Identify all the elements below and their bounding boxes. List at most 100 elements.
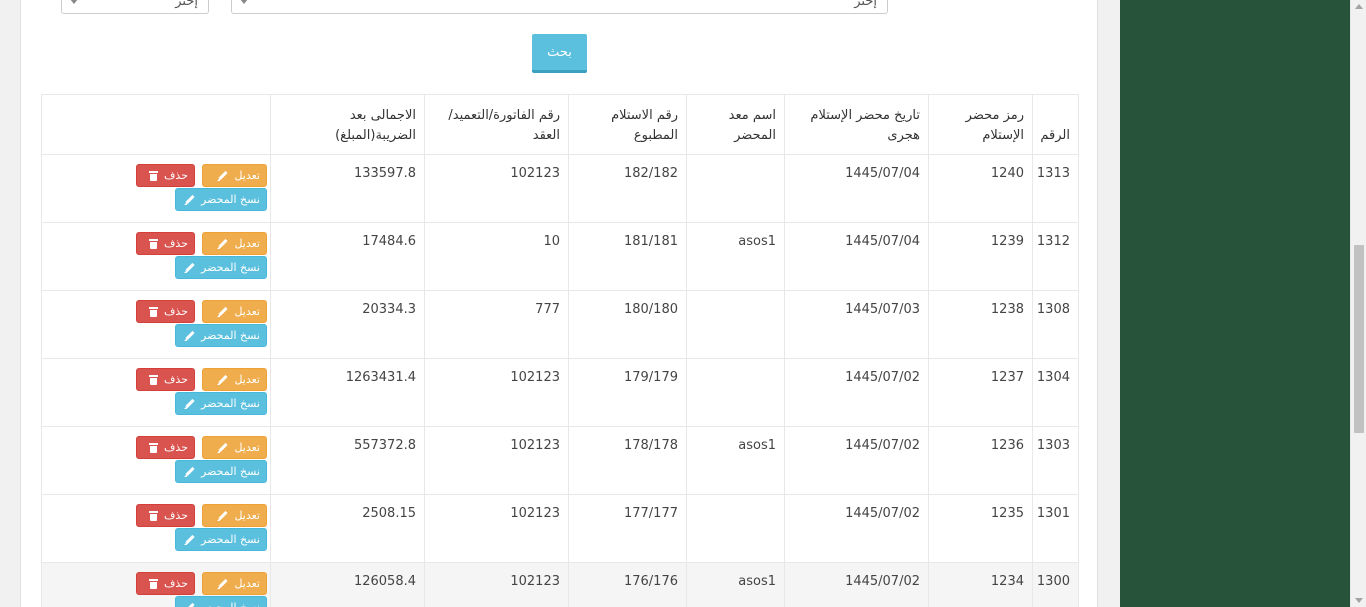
- delete-button[interactable]: حذف: [136, 572, 195, 595]
- cell-printed-number: 181/181: [568, 222, 687, 291]
- search-button[interactable]: بحث: [532, 34, 587, 73]
- row-actions: تعديل حذف نسخ المحضر: [50, 504, 267, 554]
- edit-button[interactable]: تعديل: [202, 232, 267, 255]
- copy-report-button[interactable]: نسخ المحضر: [175, 256, 267, 279]
- cell-date: 1445/07/03: [784, 290, 929, 359]
- header-code[interactable]: رمز محضر الإستلام: [928, 94, 1033, 155]
- edit-button[interactable]: تعديل: [202, 164, 267, 187]
- cell-author: [686, 358, 785, 427]
- cell-total: 2508.15: [270, 494, 425, 563]
- edit-label: تعديل: [234, 441, 260, 454]
- header-date[interactable]: تاريخ محضر الإستلام هجرى: [784, 94, 929, 155]
- pencil-icon: [184, 534, 195, 545]
- row-actions: تعديل حذف نسخ المحضر: [50, 572, 267, 607]
- cell-date: 1445/07/02: [784, 426, 929, 495]
- edit-button[interactable]: تعديل: [202, 504, 267, 527]
- copy-report-button[interactable]: نسخ المحضر: [175, 324, 267, 347]
- delete-label: حذف: [164, 509, 188, 522]
- table-row: 1303 1236 1445/07/02 asos1 178/178 102123 5573…: [41, 426, 1079, 495]
- chevron-down-icon: [240, 0, 248, 4]
- delete-label: حذف: [164, 441, 188, 454]
- table-row: 1313 1240 1445/07/04 182/182 102123 133597.8 ت…: [41, 154, 1079, 223]
- scrollbar[interactable]: [1350, 0, 1366, 607]
- edit-button[interactable]: تعديل: [202, 300, 267, 323]
- header-printed-number[interactable]: رقم الاستلام المطبوع: [568, 94, 687, 155]
- sidebar: [1120, 0, 1350, 607]
- edit-label: تعديل: [234, 169, 260, 182]
- pencil-icon: [217, 170, 228, 181]
- table-row: 1301 1235 1445/07/02 177/177 102123 2508.15 تع…: [41, 494, 1079, 563]
- cell-code: 1234: [928, 562, 1033, 607]
- pencil-icon: [184, 466, 195, 477]
- cell-author: [686, 290, 785, 359]
- table-row: 1312 1239 1445/07/04 asos1 181/181 10 17484.6 ت…: [41, 222, 1079, 291]
- cell-author: [686, 154, 785, 223]
- delete-button[interactable]: حذف: [136, 436, 195, 459]
- copy-label: نسخ المحضر: [201, 261, 260, 274]
- cell-date: 1445/07/04: [784, 154, 929, 223]
- trash-icon: [149, 374, 159, 385]
- copy-label: نسخ المحضر: [201, 329, 260, 342]
- scroll-up-icon[interactable]: [1355, 4, 1363, 9]
- delete-label: حذف: [164, 577, 188, 590]
- delete-button[interactable]: حذف: [136, 164, 195, 187]
- cell-number: 1312: [1032, 222, 1079, 291]
- cell-total: 557372.8: [270, 426, 425, 495]
- cell-code: 1239: [928, 222, 1033, 291]
- cell-printed-number: 176/176: [568, 562, 687, 607]
- delete-button[interactable]: حذف: [136, 232, 195, 255]
- header-actions: [41, 94, 271, 155]
- pencil-icon: [217, 510, 228, 521]
- copy-label: نسخ المحضر: [201, 397, 260, 410]
- header-author[interactable]: اسم معد المحضر: [686, 94, 785, 155]
- cell-author: asos1: [686, 426, 785, 495]
- delete-label: حذف: [164, 305, 188, 318]
- copy-report-button[interactable]: نسخ المحضر: [175, 392, 267, 415]
- cell-invoice: 102123: [424, 494, 569, 563]
- cell-printed-number: 179/179: [568, 358, 687, 427]
- row-actions: تعديل حذف نسخ المحضر: [50, 436, 267, 486]
- cell-author: [686, 494, 785, 563]
- filter-select-large[interactable]: إختر: [231, 0, 888, 14]
- edit-button[interactable]: تعديل: [202, 436, 267, 459]
- copy-report-button[interactable]: نسخ المحضر: [175, 460, 267, 483]
- header-number[interactable]: الرقم: [1032, 94, 1079, 155]
- cell-number: 1313: [1032, 154, 1079, 223]
- delete-button[interactable]: حذف: [136, 504, 195, 527]
- main-content: إختر إختر بحث الرقم رمز محضر الإستلام تا…: [0, 0, 1120, 607]
- delete-button[interactable]: حذف: [136, 368, 195, 391]
- pencil-icon: [184, 262, 195, 273]
- delete-label: حذف: [164, 237, 188, 250]
- copy-report-button[interactable]: نسخ المحضر: [175, 528, 267, 551]
- row-actions: تعديل حذف نسخ المحضر: [50, 232, 267, 282]
- scroll-down-icon[interactable]: [1355, 598, 1363, 603]
- copy-report-button[interactable]: نسخ المحضر: [175, 596, 267, 607]
- copy-label: نسخ المحضر: [201, 533, 260, 546]
- table-row: 1300 1234 1445/07/02 asos1 176/176 102123 1260…: [41, 562, 1079, 607]
- cell-actions: تعديل حذف نسخ المحضر: [41, 154, 271, 223]
- row-actions: تعديل حذف نسخ المحضر: [50, 368, 267, 418]
- cell-date: 1445/07/04: [784, 222, 929, 291]
- delete-button[interactable]: حذف: [136, 300, 195, 323]
- header-total[interactable]: الاجمالى بعد الضريبة(المبلغ): [270, 94, 425, 155]
- delete-label: حذف: [164, 373, 188, 386]
- cell-printed-number: 182/182: [568, 154, 687, 223]
- cell-number: 1308: [1032, 290, 1079, 359]
- copy-label: نسخ المحضر: [201, 465, 260, 478]
- filter-select-small[interactable]: إختر: [61, 0, 209, 14]
- edit-button[interactable]: تعديل: [202, 368, 267, 391]
- header-invoice[interactable]: رقم الفاتورة/التعميد/العقد: [424, 94, 569, 155]
- cell-date: 1445/07/02: [784, 358, 929, 427]
- copy-report-button[interactable]: نسخ المحضر: [175, 188, 267, 211]
- pencil-icon: [184, 398, 195, 409]
- edit-label: تعديل: [234, 305, 260, 318]
- cell-author: asos1: [686, 562, 785, 607]
- cell-code: 1240: [928, 154, 1033, 223]
- scrollbar-thumb[interactable]: [1354, 245, 1364, 433]
- edit-button[interactable]: تعديل: [202, 572, 267, 595]
- copy-label: نسخ المحضر: [201, 597, 260, 607]
- cell-code: 1235: [928, 494, 1033, 563]
- cell-actions: تعديل حذف نسخ المحضر: [41, 290, 271, 359]
- edit-label: تعديل: [234, 237, 260, 250]
- copy-label: نسخ المحضر: [201, 193, 260, 206]
